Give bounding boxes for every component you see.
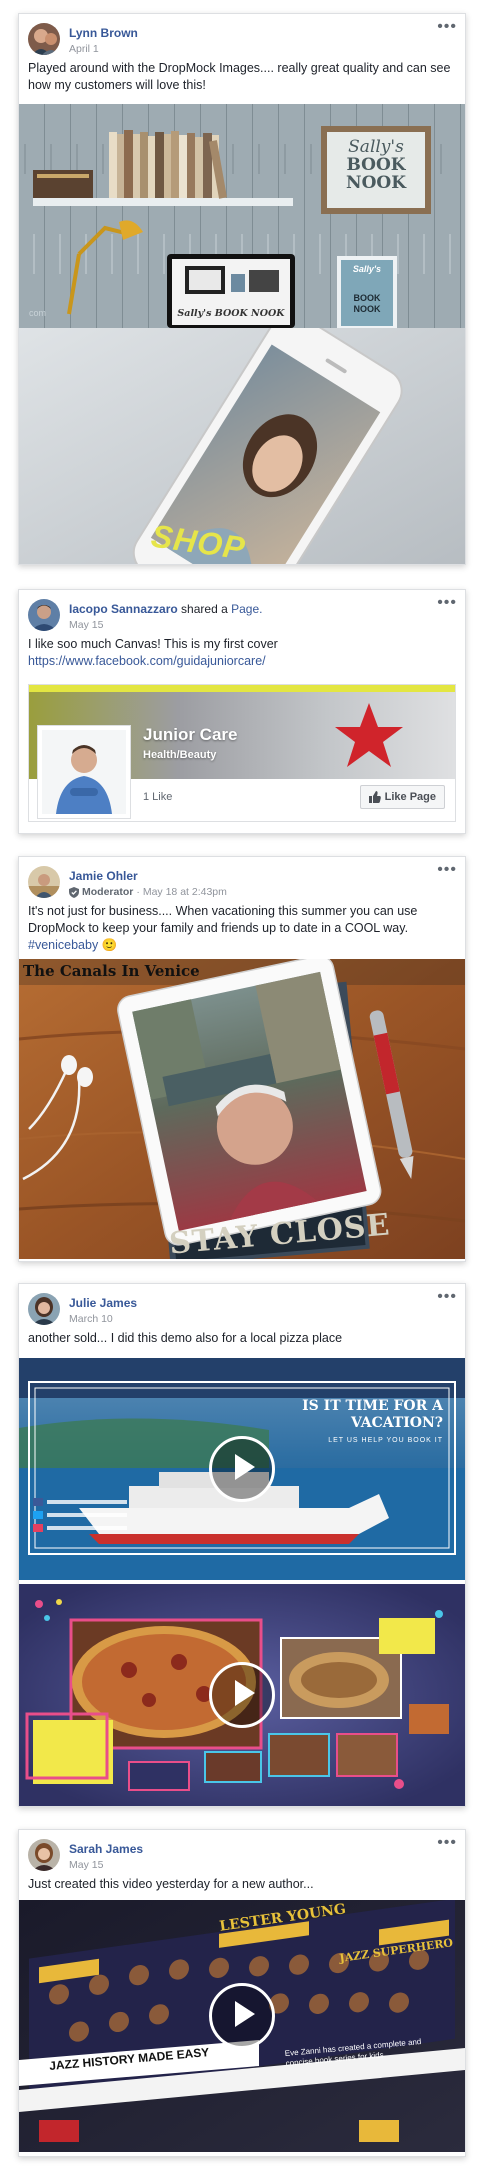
shield-badge-icon <box>69 886 79 898</box>
page-name[interactable]: Junior Care <box>143 725 237 745</box>
play-icon[interactable] <box>209 1982 275 2049</box>
page-like-count: 1 Like <box>143 791 173 803</box>
video-pizza[interactable] <box>19 1584 465 1806</box>
author-name[interactable]: Jamie Ohler <box>69 869 138 883</box>
post-header: Iacopo Sannazzaro shared a Page. May 15 … <box>19 590 465 636</box>
play-icon[interactable] <box>209 1662 275 1728</box>
post-iacopo-sannazzaro: Iacopo Sannazzaro shared a Page. May 15 … <box>18 589 466 834</box>
avatar[interactable] <box>28 866 60 898</box>
post-image-bookshelf[interactable]: com Sally's BOOK NOOK Sally's BOOK NOOK … <box>19 104 465 328</box>
more-options-icon[interactable]: ••• <box>437 595 457 611</box>
author-name[interactable]: Lynn Brown <box>69 26 138 40</box>
more-options-icon[interactable]: ••• <box>437 1835 457 1851</box>
share-action: shared a <box>181 602 228 616</box>
post-meta: Moderator · May 18 at 2:43pm <box>69 886 227 898</box>
post-date[interactable]: April 1 <box>69 43 99 55</box>
post-header: Sarah James May 15 ••• <box>19 1830 465 1876</box>
smile-emoji: 🙂 <box>101 938 118 952</box>
svg-text:com: com <box>29 308 46 318</box>
post-header: Lynn Brown April 1 ••• <box>19 14 465 60</box>
more-options-icon[interactable]: ••• <box>437 19 457 35</box>
thumbs-up-icon <box>368 791 381 803</box>
like-page-button[interactable]: Like Page <box>359 785 445 809</box>
sign-title: Sally's BOOK NOOK <box>346 137 406 193</box>
image-title: The Canals In Venice <box>23 962 200 980</box>
video-headline: IS IT TIME FOR A VACATION? LET US HELP Y… <box>302 1398 443 1444</box>
post-image-phone[interactable]: SHOP <box>19 328 465 564</box>
post-header: Julie James March 10 ••• <box>19 1284 465 1330</box>
moderator-badge: Moderator <box>82 886 134 898</box>
author-name[interactable]: Iacopo Sannazzaro <box>69 602 178 616</box>
avatar[interactable] <box>28 1839 60 1871</box>
screen-caption: Sally's BOOK NOOK <box>177 308 285 319</box>
author-name[interactable]: Sarah James <box>69 1842 143 1856</box>
post-sarah-james: Sarah James May 15 ••• Just created this… <box>18 1829 466 2157</box>
post-date[interactable]: May 15 <box>69 619 103 631</box>
author-name[interactable]: Julie James <box>69 1296 137 1310</box>
post-text: another sold... I did this demo also for… <box>28 1331 343 1345</box>
post-date[interactable]: March 10 <box>69 1313 113 1325</box>
post-header: Jamie Ohler Moderator · May 18 at 2:43pm… <box>19 857 465 903</box>
post-jamie-ohler: Jamie Ohler Moderator · May 18 at 2:43pm… <box>18 856 466 1262</box>
hashtag-link[interactable]: #venicebaby <box>28 938 98 952</box>
post-date[interactable]: May 18 at 2:43pm <box>143 886 227 898</box>
page-profile-photo[interactable] <box>37 725 131 819</box>
post-lynn-brown: Lynn Brown April 1 ••• Played around wit… <box>18 13 466 565</box>
author-line: Iacopo Sannazzaro shared a Page. <box>69 602 262 616</box>
avatar[interactable] <box>28 23 60 55</box>
play-icon[interactable] <box>209 1436 275 1502</box>
post-date[interactable]: May 15 <box>69 1859 103 1871</box>
post-text: Played around with the DropMock Images..… <box>28 61 451 92</box>
video-jazz[interactable]: JAZZ HISTORY MADE EASY Eve Zanni has cre… <box>19 1900 465 2152</box>
post-link[interactable]: https://www.facebook.com/guidajuniorcare… <box>28 653 456 670</box>
post-image-venice[interactable]: The Canals In Venice STAY CLOSE <box>19 959 465 1259</box>
page-category: Health/Beauty <box>143 749 217 761</box>
post-julie-james: Julie James March 10 ••• another sold...… <box>18 1283 466 1807</box>
book-cover-title: Sally's BOOK NOOK <box>352 264 382 314</box>
avatar[interactable] <box>28 599 60 631</box>
more-options-icon[interactable]: ••• <box>437 862 457 878</box>
post-text: It's not just for business.... When vaca… <box>28 904 418 952</box>
avatar[interactable] <box>28 1293 60 1325</box>
shared-page-link[interactable]: Page. <box>231 602 262 616</box>
more-options-icon[interactable]: ••• <box>437 1289 457 1305</box>
post-text: I like soo much Canvas! This is my first… <box>19 636 465 670</box>
page-card[interactable]: Junior Care Health/Beauty 1 Like Like Pa… <box>28 684 456 822</box>
post-text: Just created this video yesterday for a … <box>28 1877 314 1891</box>
video-cruise[interactable]: IS IT TIME FOR A VACATION? LET US HELP Y… <box>19 1358 465 1580</box>
